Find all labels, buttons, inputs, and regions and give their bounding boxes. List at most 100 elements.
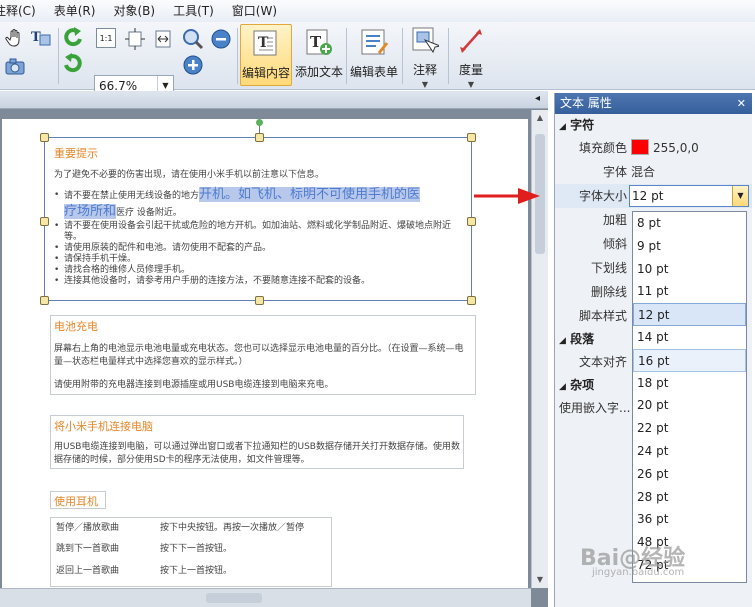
scroll-up-icon[interactable]: ▲ <box>532 110 548 126</box>
font-size-option[interactable]: 12 pt <box>633 303 746 326</box>
rotate-handle[interactable] <box>256 119 263 126</box>
toolbar-separator <box>448 28 449 84</box>
zoom-in-icon[interactable] <box>182 54 204 76</box>
resize-handle[interactable] <box>467 133 476 142</box>
actual-size-icon[interactable]: 1:1 <box>96 28 116 48</box>
edit-content-label: 编辑内容 <box>241 66 290 80</box>
selected-text[interactable]: 疗场所和 <box>64 204 117 219</box>
menu-form[interactable]: 表单(R) <box>45 0 105 22</box>
section-character[interactable]: ◢ 字符 <box>555 114 752 136</box>
annotate-label: 注释 <box>412 63 437 77</box>
close-icon[interactable]: ✕ <box>737 93 746 114</box>
table-cell: 按下中央按钮。再按一次播放／暂停 <box>160 523 305 533</box>
font-row[interactable]: 字体 混合 <box>555 160 752 184</box>
toolbar-separator <box>237 28 238 84</box>
font-size-option[interactable]: 28 pt <box>633 486 746 509</box>
menu-tools[interactable]: 工具(T) <box>164 0 223 22</box>
chevron-down-icon[interactable]: ▼ <box>732 186 748 206</box>
font-size-option[interactable]: 16 pt <box>633 348 746 372</box>
underline-label: 下划线 <box>590 261 627 275</box>
toolbar-separator <box>346 28 347 84</box>
resize-handle[interactable] <box>40 296 49 305</box>
measure-button[interactable]: 度量 ▼ <box>452 24 490 89</box>
table-cell: 按下上一首按钮。 <box>160 566 233 576</box>
resize-handle[interactable] <box>40 133 49 142</box>
menu-window[interactable]: 窗口(W) <box>223 0 286 22</box>
font-size-option[interactable]: 14 pt <box>633 326 746 349</box>
toolbar: T 1:1 66.7% ▼ T 编辑内容 T 添加文本 编辑表单 注释 ▼ 度量… <box>0 22 755 97</box>
resize-handle[interactable] <box>40 217 49 226</box>
font-size-row[interactable]: 字体大小 12 pt ▼ <box>555 184 752 208</box>
scroll-down-icon[interactable]: ▼ <box>532 572 548 588</box>
rotate-cw-icon[interactable] <box>62 52 84 74</box>
fill-color-row[interactable]: 填充颜色 255,0,0 <box>555 136 752 160</box>
hand-tool-icon[interactable] <box>4 27 26 49</box>
edit-form-icon <box>359 26 389 58</box>
font-size-option[interactable]: 24 pt <box>633 440 746 463</box>
toolbar-separator <box>402 28 403 84</box>
font-size-option[interactable]: 20 pt <box>633 394 746 417</box>
font-size-option[interactable]: 10 pt <box>633 258 746 281</box>
menu-bar: 注释(C) 表单(R) 对象(B) 工具(T) 窗口(W) <box>0 0 755 22</box>
vertical-scrollbar[interactable]: ▲ ▼ <box>531 110 548 588</box>
selected-text[interactable]: 开机。如飞机、标明不可使用手机的医 <box>199 187 421 202</box>
annotate-button[interactable]: 注释 ▼ <box>406 24 444 89</box>
scroll-thumb[interactable] <box>206 593 262 603</box>
table-cell: 按下下一首按钮。 <box>160 544 233 554</box>
table-cell: 暂停／播放歌曲 <box>56 523 120 533</box>
color-swatch[interactable] <box>631 139 649 155</box>
block-title: 重要提示 <box>54 147 98 160</box>
red-arrow-icon <box>474 188 540 204</box>
list-item: 请使用原装的配件和电池。请勿使用不配套的产品。 <box>54 243 466 254</box>
collapse-icon[interactable]: ◢ <box>559 336 566 346</box>
edit-content-icon: T <box>251 27 281 59</box>
edit-content-button[interactable]: T 编辑内容 <box>240 24 292 86</box>
paragraph: 用USB电缆连接到电脑，可以通过弹出窗口或者下拉通知栏的USB数据存储开关打开数… <box>54 442 460 465</box>
fit-width-icon[interactable] <box>152 28 174 50</box>
resize-handle[interactable] <box>467 217 476 226</box>
panel-title-bar: 文本 属性 ✕ <box>555 93 752 114</box>
chevron-down-icon[interactable]: ▼ <box>422 80 428 89</box>
block-title: 将小米手机连接电脑 <box>54 420 153 433</box>
paragraph: 屏幕右上角的电池显示电池电量或充电状态。您也可以选择显示电池电量的百分比。（在设… <box>54 344 464 367</box>
text-select-icon[interactable]: T <box>30 27 52 49</box>
script-style-label: 脚本样式 <box>578 309 627 323</box>
font-size-option[interactable]: 36 pt <box>633 508 746 531</box>
menu-object[interactable]: 对象(B) <box>104 0 164 22</box>
rotate-ccw-icon[interactable] <box>62 26 84 48</box>
zoom-out-icon[interactable] <box>210 28 232 50</box>
font-size-option[interactable]: 11 pt <box>633 280 746 303</box>
fill-color-label: 填充颜色 <box>578 141 627 155</box>
font-size-dropdown-list[interactable]: 8 pt 9 pt 10 pt 11 pt 12 pt 14 pt 16 pt 18 pt 20… <box>632 211 747 583</box>
edit-form-button[interactable]: 编辑表单 <box>348 24 400 86</box>
chevron-down-icon[interactable]: ◂ <box>535 93 540 104</box>
snapshot-icon[interactable] <box>4 56 26 78</box>
collapse-icon[interactable]: ◢ <box>559 122 566 132</box>
font-size-label: 字体大小 <box>578 189 627 203</box>
resize-handle[interactable] <box>255 296 264 305</box>
resize-handle[interactable] <box>467 296 476 305</box>
toolbar-separator <box>58 28 59 84</box>
font-size-option[interactable]: 26 pt <box>633 463 746 486</box>
resize-handle[interactable] <box>255 133 264 142</box>
zoom-tool-icon[interactable] <box>182 28 204 50</box>
font-value: 混合 <box>631 165 656 179</box>
font-size-option[interactable]: 18 pt <box>633 372 746 395</box>
font-size-option[interactable]: 22 pt <box>633 417 746 440</box>
font-size-option[interactable]: 8 pt <box>633 212 746 235</box>
font-label: 字体 <box>602 165 627 179</box>
measure-icon <box>456 26 486 56</box>
font-size-option[interactable]: 9 pt <box>633 235 746 258</box>
font-size-combo[interactable]: 12 pt ▼ <box>629 185 749 207</box>
svg-text:T: T <box>258 35 269 51</box>
list-item: 请找合格的维修人员修理手机。 <box>54 265 466 276</box>
collapse-icon[interactable]: ◢ <box>559 382 566 392</box>
horizontal-scrollbar[interactable] <box>0 588 531 607</box>
chevron-down-icon[interactable]: ▼ <box>468 80 474 89</box>
menu-annotate[interactable]: 注释(C) <box>0 0 45 22</box>
fit-page-icon[interactable] <box>124 28 146 50</box>
add-text-button[interactable]: T 添加文本 <box>294 24 344 86</box>
panel-title: 文本 属性 <box>560 96 612 110</box>
paragraph: 请使用附带的充电器连接到电源插座或用USB电缆连接到电脑来充电。 <box>54 380 334 390</box>
paragraph: 为了避免不必要的伤害出现，请在使用小米手机以前注意以下信息。 <box>54 170 325 180</box>
